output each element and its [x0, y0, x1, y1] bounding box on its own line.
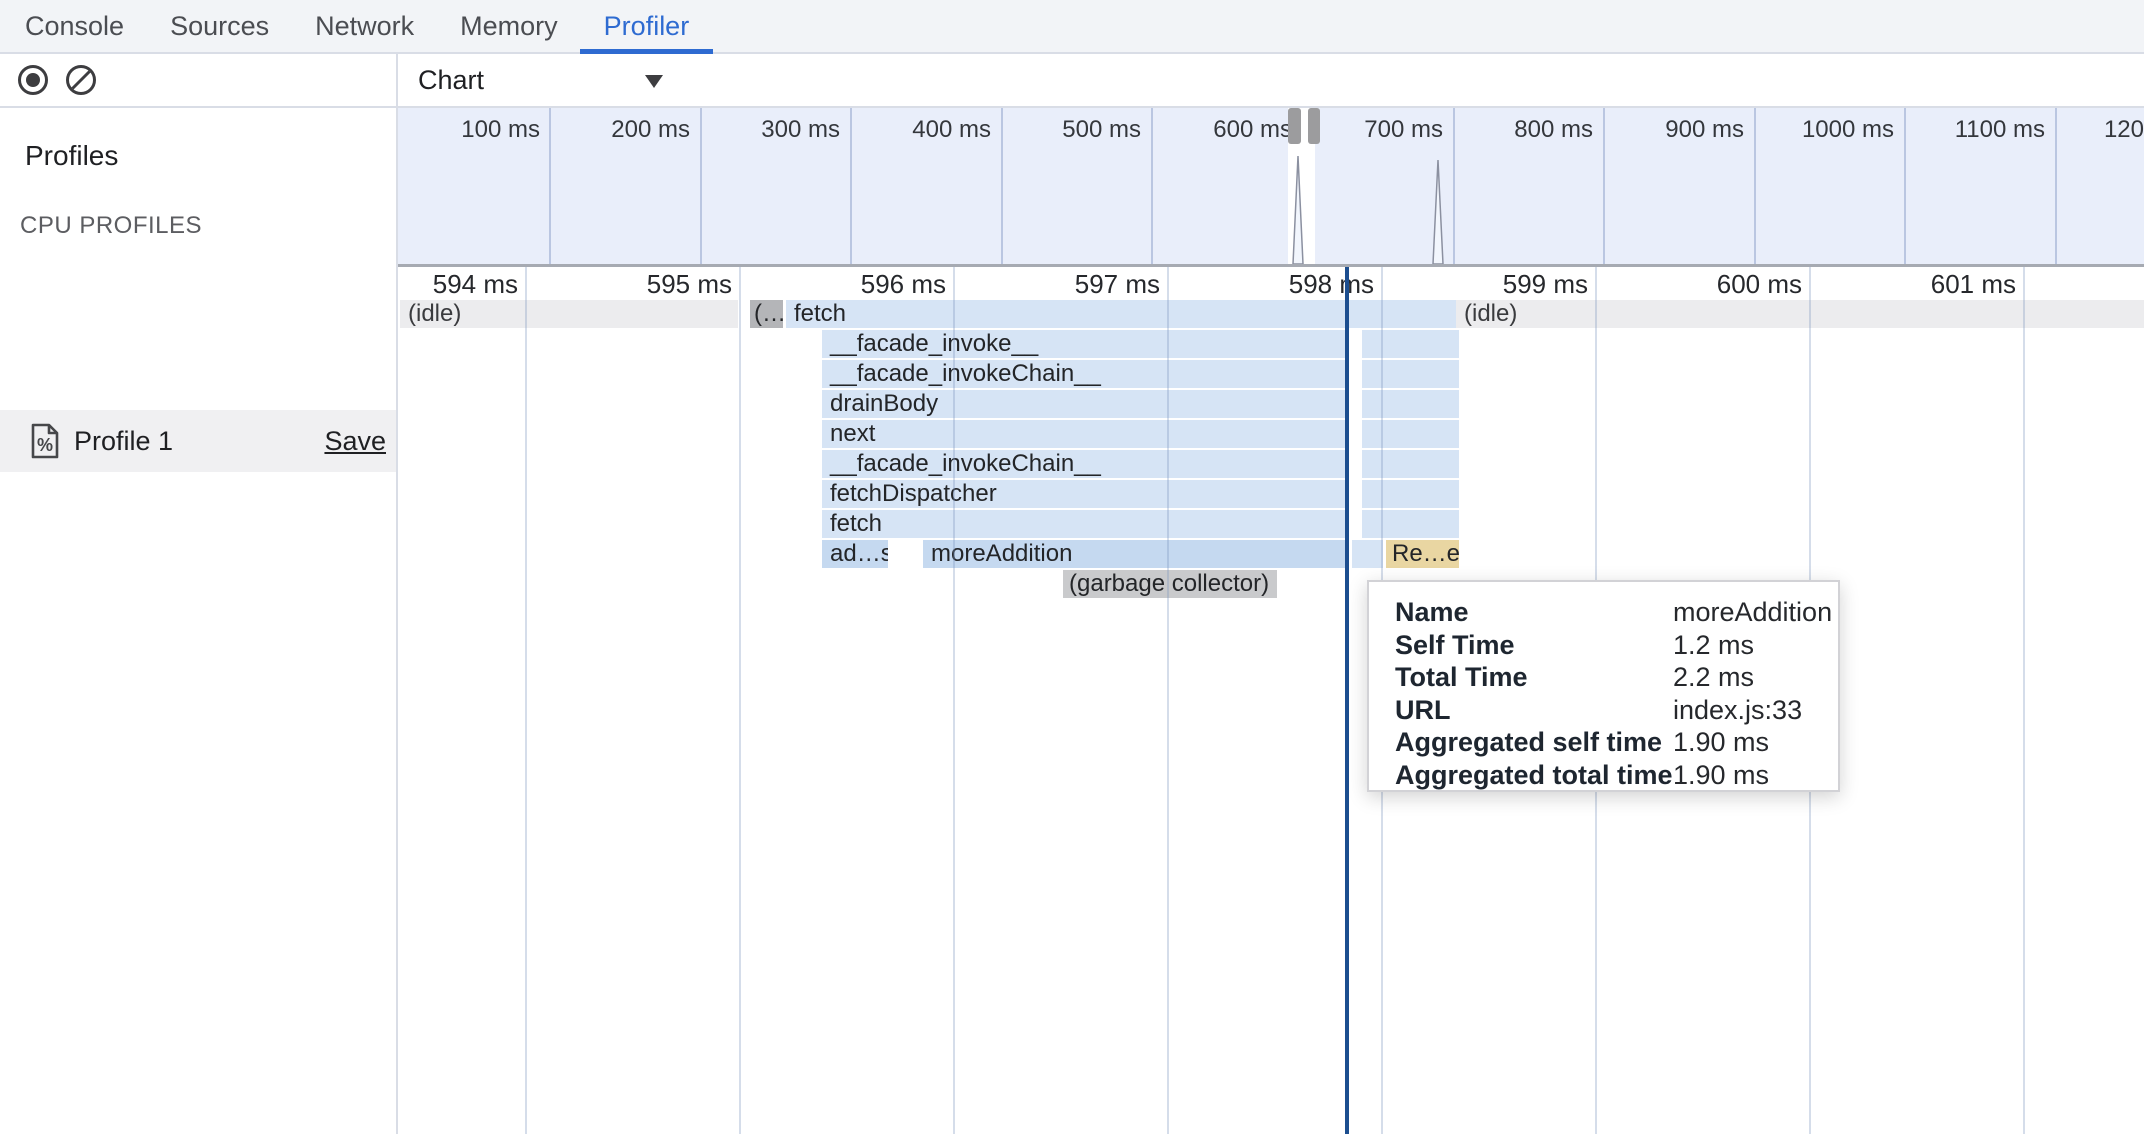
- profiles-header: Profiles: [25, 140, 396, 172]
- frame-unlabeled[interactable]: [1352, 540, 1383, 568]
- frame-fetch-dispatcher[interactable]: fetchDispatcher: [822, 480, 1347, 508]
- save-profile-link[interactable]: Save: [324, 426, 386, 457]
- overview-tick-label: 300 ms: [680, 116, 840, 144]
- tab-memory[interactable]: Memory: [460, 0, 558, 52]
- document-percent-icon: %: [30, 423, 60, 459]
- frame-drain-body[interactable]: [1362, 390, 1459, 418]
- frame-facade-invoke[interactable]: __facade_invoke__: [822, 330, 1347, 358]
- tooltip-label: Name: [1395, 596, 1673, 629]
- overview-tick-label: 900 ms: [1584, 116, 1744, 144]
- ruler-tick-label: 599 ms: [1388, 270, 1588, 298]
- gridline: [739, 267, 741, 1134]
- clear-icon: [64, 63, 98, 97]
- frame-add-numbers[interactable]: ad…s: [822, 540, 888, 568]
- tab-console[interactable]: Console: [25, 0, 124, 52]
- frame-more-addition[interactable]: moreAddition: [923, 540, 1347, 568]
- overview-tick-label: 600 ms: [1132, 116, 1292, 144]
- selection-handle-right[interactable]: [1308, 108, 1320, 144]
- ruler-tick-label: 601 ms: [1816, 270, 2016, 298]
- frame-fetch[interactable]: fetch: [786, 300, 1456, 328]
- ruler-tick-label: 600 ms: [1602, 270, 1802, 298]
- tooltip-value: 1.2 ms: [1673, 630, 1754, 660]
- frame-idle[interactable]: (idle): [1456, 300, 2144, 328]
- frame-facade-invoke-chain[interactable]: [1362, 450, 1459, 478]
- record-button[interactable]: [16, 63, 50, 97]
- profiles-sidebar: Profiles CPU PROFILES % Profile 1 Save: [0, 54, 398, 1134]
- svg-text:%: %: [37, 435, 53, 455]
- gridline: [953, 267, 955, 1134]
- frame-garbage-collector[interactable]: (garbage collector): [1063, 570, 1277, 598]
- ruler-tick-label: 597 ms: [960, 270, 1160, 298]
- tab-sources[interactable]: Sources: [170, 0, 269, 52]
- chevron-down-icon: [645, 75, 663, 88]
- frame-facade-invoke-chain[interactable]: __facade_invokeChain__: [822, 360, 1347, 388]
- tooltip-label: Aggregated total time: [1395, 759, 1673, 792]
- tooltip-row: URLindex.js:33: [1395, 694, 1838, 727]
- tooltip-row: Aggregated total time1.90 ms: [1395, 759, 1838, 792]
- playhead-line: [1345, 267, 1349, 1134]
- frame-fetch-inner[interactable]: fetch: [822, 510, 1347, 538]
- frame-facade-invoke[interactable]: [1362, 330, 1459, 358]
- overview-tick-label: 400 ms: [831, 116, 991, 144]
- overview-tick-label: 1100 ms: [1885, 116, 2045, 144]
- overview-tick-label: 1000 ms: [1734, 116, 1894, 144]
- cpu-spike: [1430, 158, 1446, 264]
- web-inspector-profiler: Console Sources Network Memory Profiler …: [0, 0, 2144, 1134]
- overview-tick-label: 100 ms: [398, 116, 540, 144]
- frame-next[interactable]: [1362, 420, 1459, 448]
- tooltip-value: 2.2 ms: [1673, 662, 1754, 692]
- tooltip-row: Total Time2.2 ms: [1395, 661, 1838, 694]
- tooltip-row: NamemoreAddition: [1395, 596, 1838, 629]
- ruler-tick-label: 596 ms: [746, 270, 946, 298]
- frame-drain-body[interactable]: drainBody: [822, 390, 1347, 418]
- tooltip-label: URL: [1395, 694, 1673, 727]
- sidebar-toolbar: [0, 54, 396, 108]
- cpu-spike: [1290, 154, 1306, 264]
- overview-tick-label: 500 ms: [981, 116, 1141, 144]
- gridline: [525, 267, 527, 1134]
- frame-truncated[interactable]: (…: [750, 300, 783, 328]
- ruler-tick-label: 598 ms: [1174, 270, 1374, 298]
- frame-facade-invoke-chain[interactable]: __facade_invokeChain__: [822, 450, 1347, 478]
- frame-fetch-inner[interactable]: [1362, 510, 1459, 538]
- tab-profiler[interactable]: Profiler: [604, 0, 690, 52]
- tooltip-label: Aggregated self time: [1395, 726, 1673, 759]
- profile-name: Profile 1: [74, 426, 324, 457]
- flame-chart: 594 ms 595 ms 596 ms 597 ms 598 ms 599 m…: [398, 267, 2144, 1134]
- profile-row[interactable]: % Profile 1 Save: [0, 410, 396, 472]
- gridline: [2023, 267, 2025, 1134]
- tooltip-row: Aggregated self time1.90 ms: [1395, 726, 1838, 759]
- tooltip-value: index.js:33: [1673, 695, 1802, 725]
- frame-response[interactable]: Re…e: [1386, 540, 1459, 568]
- gridline: [1167, 267, 1169, 1134]
- frame-next[interactable]: next: [822, 420, 1347, 448]
- profiler-main-pane: Chart 100 ms 200 ms 300 ms 400 ms 500 ms…: [398, 54, 2144, 1134]
- view-toolbar: Chart: [398, 54, 2144, 108]
- record-icon: [16, 63, 50, 97]
- overview-tick-label: 200 ms: [530, 116, 690, 144]
- ruler-tick-label: 594 ms: [398, 270, 518, 298]
- tooltip-row: Self Time1.2 ms: [1395, 629, 1838, 662]
- overview-tick-label: 800 ms: [1433, 116, 1593, 144]
- frame-tooltip: NamemoreAddition Self Time1.2 ms Total T…: [1367, 580, 1840, 792]
- ruler-tick-label: 595 ms: [532, 270, 732, 298]
- frame-facade-invoke-chain[interactable]: [1362, 360, 1459, 388]
- tooltip-label: Total Time: [1395, 661, 1673, 694]
- devtools-tab-bar: Console Sources Network Memory Profiler: [0, 0, 2144, 54]
- cpu-profiles-section-header: CPU PROFILES: [20, 212, 396, 240]
- timeline-overview[interactable]: 100 ms 200 ms 300 ms 400 ms 500 ms 600 m…: [398, 108, 2144, 267]
- view-mode-value: Chart: [418, 65, 484, 95]
- tooltip-value: moreAddition: [1673, 597, 1832, 627]
- frame-fetch-dispatcher[interactable]: [1362, 480, 1459, 508]
- tab-network[interactable]: Network: [315, 0, 414, 52]
- tooltip-value: 1.90 ms: [1673, 760, 1769, 790]
- selection-handle-left[interactable]: [1288, 108, 1301, 144]
- tooltip-label: Self Time: [1395, 629, 1673, 662]
- clear-button[interactable]: [64, 63, 98, 97]
- overview-tick-label: 1200 ms: [2036, 116, 2144, 144]
- tooltip-value: 1.90 ms: [1673, 727, 1769, 757]
- view-mode-dropdown[interactable]: Chart: [418, 54, 668, 106]
- frame-idle[interactable]: (idle): [400, 300, 738, 328]
